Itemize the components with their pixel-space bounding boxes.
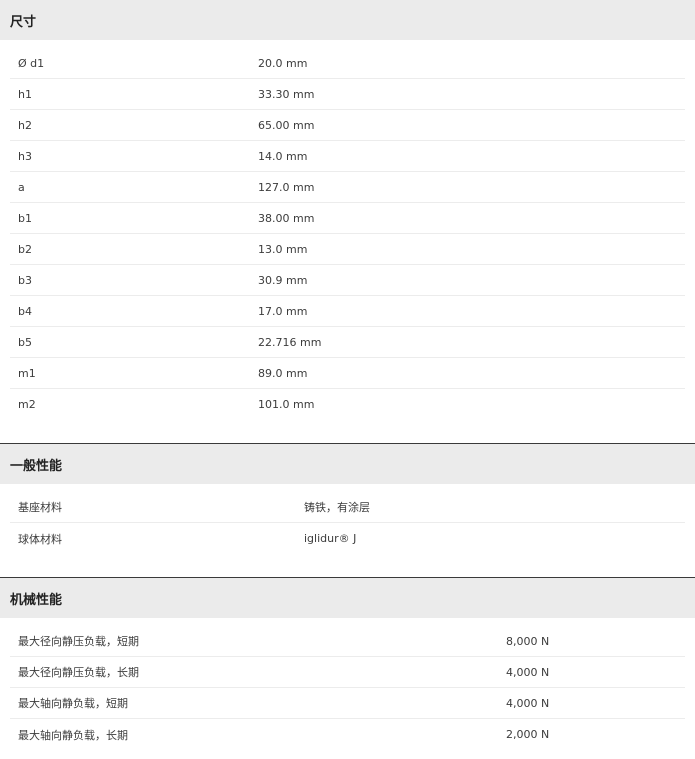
row-value: 30.9 mm	[258, 273, 308, 287]
row-value: 14.0 mm	[258, 149, 308, 163]
table-row: b4 17.0 mm	[10, 296, 685, 327]
row-value: 8,000 N	[506, 634, 550, 648]
row-label: m1	[18, 366, 36, 380]
table-row: a 127.0 mm	[10, 172, 685, 203]
row-value: 65.00 mm	[258, 118, 315, 132]
row-value: 33.30 mm	[258, 87, 315, 101]
table-row: 最大径向静压负载，短期 8,000 N	[10, 626, 685, 657]
row-value: 89.0 mm	[258, 366, 308, 380]
mechanical-header: 机械性能	[0, 578, 695, 618]
dimensions-title: 尺寸	[10, 14, 37, 30]
mechanical-title: 机械性能	[10, 592, 63, 608]
row-label: b5	[18, 335, 32, 349]
row-label: b3	[18, 273, 32, 287]
row-label: h1	[18, 87, 32, 101]
general-table: 基座材料 铸铁，有涂层 球体材料 iglidur® J	[0, 484, 695, 554]
table-row: Ø d1 20.0 mm	[10, 48, 685, 79]
mechanical-table: 最大径向静压负载，短期 8,000 N 最大径向静压负载，长期 4,000 N 最大…	[0, 618, 695, 750]
general-title: 一般性能	[10, 458, 63, 474]
mechanical-section: 机械性能 最大径向静压负载，短期 8,000 N 最大径向静压负载，长期 4,000…	[0, 578, 695, 750]
row-value: 13.0 mm	[258, 242, 308, 256]
row-label: b1	[18, 211, 32, 225]
row-value: 22.716 mm	[258, 335, 322, 349]
table-row: m1 89.0 mm	[10, 358, 685, 389]
row-value: 101.0 mm	[258, 398, 315, 411]
table-row: 基座材料 铸铁，有涂层	[10, 492, 685, 523]
row-value: 20.0 mm	[258, 56, 308, 70]
table-row: 最大轴向静负载，短期 4,000 N	[10, 688, 685, 719]
row-value: 铸铁，有涂层	[304, 501, 370, 514]
row-label: 最大轴向静负载，短期	[18, 697, 128, 710]
general-header: 一般性能	[0, 444, 695, 484]
table-row: b1 38.00 mm	[10, 203, 685, 234]
row-label: b4	[18, 304, 32, 318]
general-section: 一般性能 基座材料 铸铁，有涂层 球体材料 iglidur® J	[0, 444, 695, 554]
row-value: 38.00 mm	[258, 211, 315, 225]
row-label: 最大径向静压负载，短期	[18, 635, 139, 648]
row-label: h2	[18, 118, 32, 132]
table-row: h3 14.0 mm	[10, 141, 685, 172]
row-value: 127.0 mm	[258, 180, 315, 194]
table-row: b5 22.716 mm	[10, 327, 685, 358]
row-label: 最大径向静压负载，长期	[18, 666, 139, 679]
table-row: b3 30.9 mm	[10, 265, 685, 296]
row-value: 4,000 N	[506, 665, 550, 679]
table-row: b2 13.0 mm	[10, 234, 685, 265]
row-label: 基座材料	[18, 501, 62, 514]
table-row: 最大轴向静负载，长期 2,000 N	[10, 719, 685, 750]
row-label: 球体材料	[18, 532, 62, 546]
dimensions-header: 尺寸	[0, 0, 695, 40]
dimensions-table: Ø d1 20.0 mm h1 33.30 mm h2 65.00 mm h3 14.0…	[0, 40, 695, 420]
row-value: 4,000 N	[506, 696, 550, 710]
row-value: 2,000 N	[506, 728, 550, 741]
table-row: m2 101.0 mm	[10, 389, 685, 420]
table-row: h2 65.00 mm	[10, 110, 685, 141]
row-label: Ø d1	[18, 56, 45, 70]
row-value: iglidur® J	[304, 532, 357, 545]
table-row: 最大径向静压负载，长期 4,000 N	[10, 657, 685, 688]
row-label: 最大轴向静负载，长期	[18, 728, 128, 742]
table-row: 球体材料 iglidur® J	[10, 523, 685, 554]
row-label: b2	[18, 242, 32, 256]
row-label: h3	[18, 149, 32, 163]
row-label: m2	[18, 398, 36, 411]
row-value: 17.0 mm	[258, 304, 308, 318]
table-row: h1 33.30 mm	[10, 79, 685, 110]
row-label: a	[18, 180, 25, 194]
dimensions-section: 尺寸 Ø d1 20.0 mm h1 33.30 mm h2 65.00 mm h3 1…	[0, 0, 695, 420]
